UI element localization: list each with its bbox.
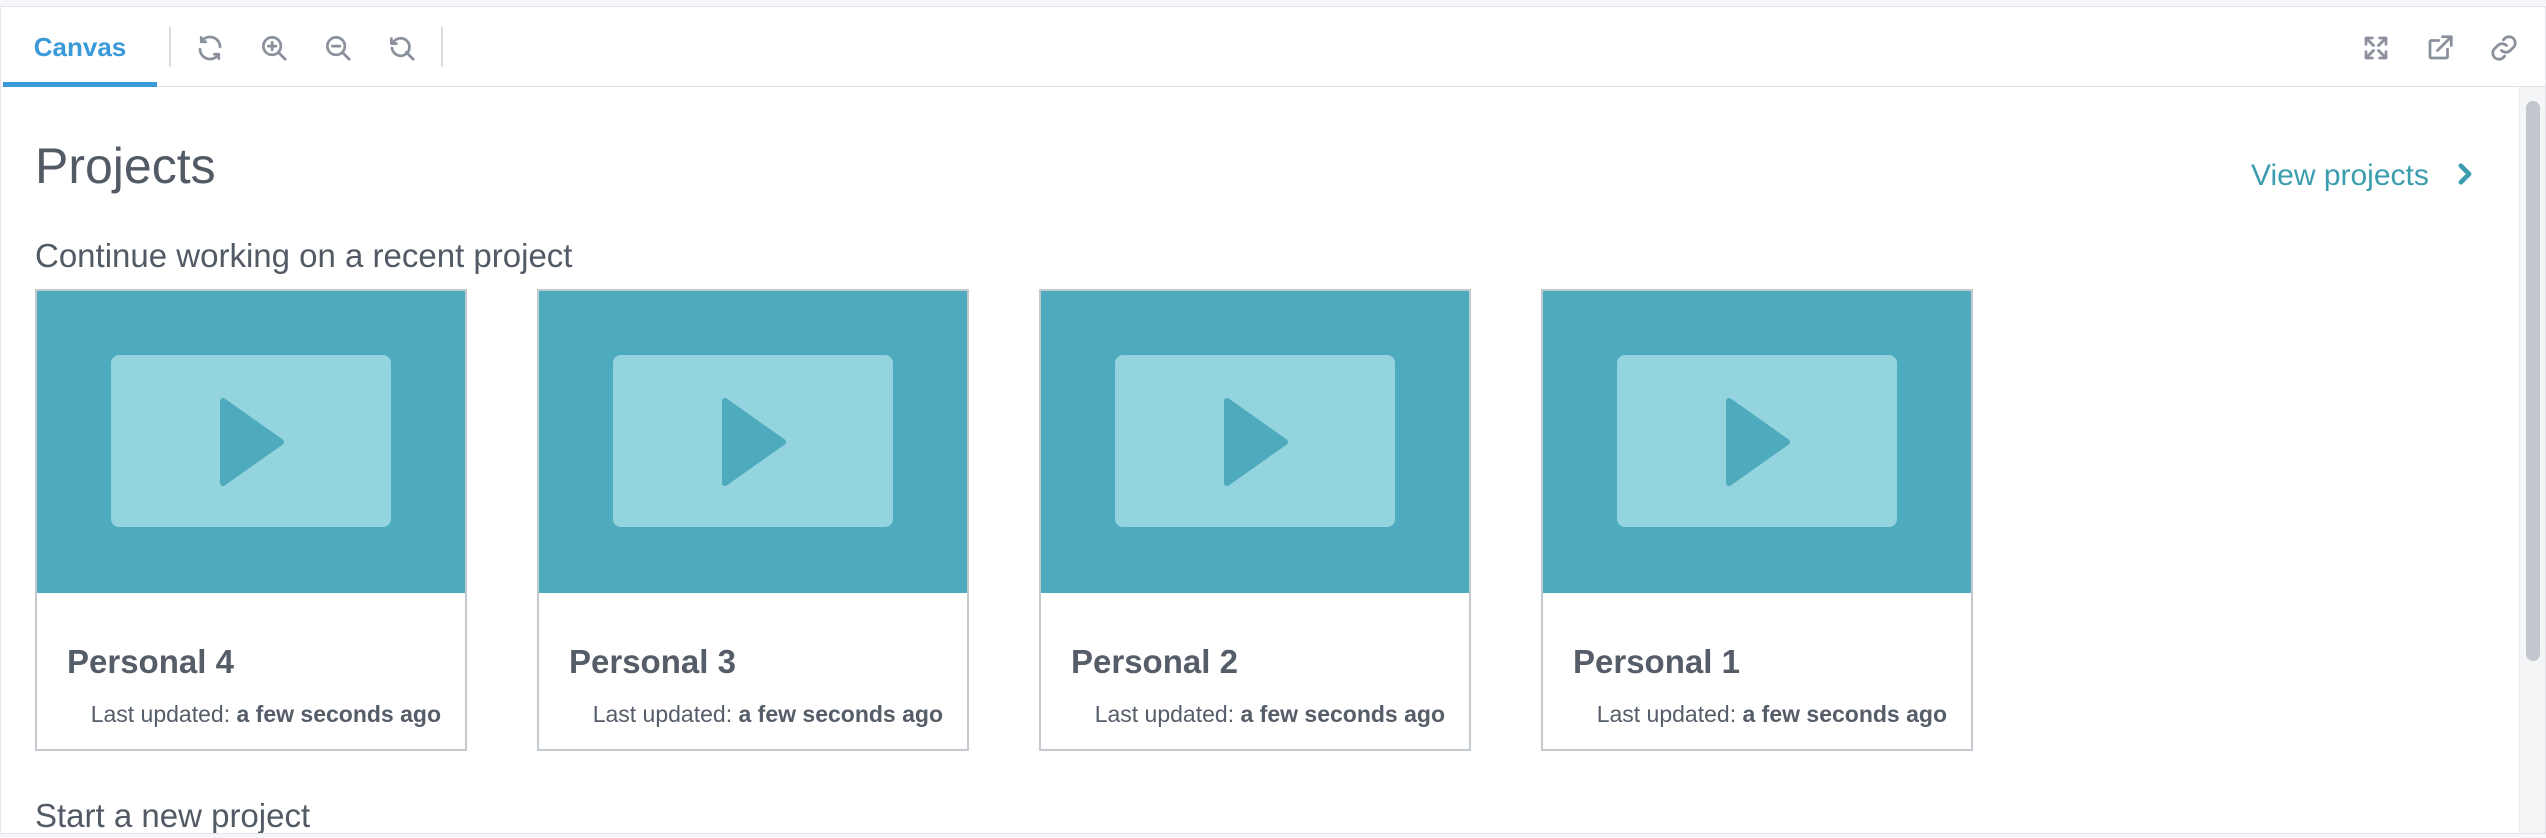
recent-projects-heading: Continue working on a recent project: [35, 237, 573, 274]
fullscreen-icon[interactable]: [2359, 31, 2393, 65]
view-projects-label: View projects: [2251, 159, 2429, 192]
chevron-right-icon: [2455, 159, 2475, 193]
toolbar-divider: [441, 27, 443, 67]
reset-zoom-icon[interactable]: [385, 31, 419, 65]
project-thumbnail: [539, 291, 967, 593]
vertical-scrollbar[interactable]: [2519, 87, 2545, 833]
project-thumbnail: [1543, 291, 1971, 593]
open-external-icon[interactable]: [2423, 31, 2457, 65]
project-card[interactable]: Personal 3 Last updated: a few seconds a…: [537, 289, 969, 751]
project-last-updated: Last updated: a few seconds ago: [1596, 701, 1947, 727]
play-icon: [1224, 398, 1288, 486]
canvas-panel: Canvas Projects View projects Continue w…: [0, 6, 2546, 834]
toolbar: Canvas: [1, 7, 2545, 87]
project-thumbnail: [1041, 291, 1469, 593]
play-icon: [722, 398, 786, 486]
projects-content: Projects View projects Continue working …: [1, 87, 2517, 834]
project-name: Personal 3: [569, 643, 736, 680]
view-projects-link[interactable]: View projects: [2251, 159, 2517, 193]
project-card[interactable]: Personal 1 Last updated: a few seconds a…: [1541, 289, 1973, 751]
project-last-updated: Last updated: a few seconds ago: [1094, 701, 1445, 727]
scrollbar-thumb[interactable]: [2526, 101, 2540, 661]
recent-projects-list: Personal 4 Last updated: a few seconds a…: [35, 289, 2035, 751]
toolbar-divider: [169, 27, 171, 67]
new-project-heading: Start a new project: [35, 797, 311, 834]
project-last-updated: Last updated: a few seconds ago: [90, 701, 441, 727]
project-name: Personal 2: [1071, 643, 1238, 680]
tab-canvas[interactable]: Canvas: [3, 7, 157, 87]
page-title: Projects: [35, 138, 216, 194]
project-thumbnail: [37, 291, 465, 593]
project-name: Personal 4: [67, 643, 234, 680]
project-name: Personal 1: [1573, 643, 1740, 680]
play-icon: [1726, 398, 1790, 486]
project-card[interactable]: Personal 4 Last updated: a few seconds a…: [35, 289, 467, 751]
zoom-in-icon[interactable]: [257, 31, 291, 65]
project-last-updated: Last updated: a few seconds ago: [592, 701, 943, 727]
link-icon[interactable]: [2487, 31, 2521, 65]
refresh-icon[interactable]: [193, 31, 227, 65]
play-icon: [220, 398, 284, 486]
project-card[interactable]: Personal 2 Last updated: a few seconds a…: [1039, 289, 1471, 751]
zoom-out-icon[interactable]: [321, 31, 355, 65]
